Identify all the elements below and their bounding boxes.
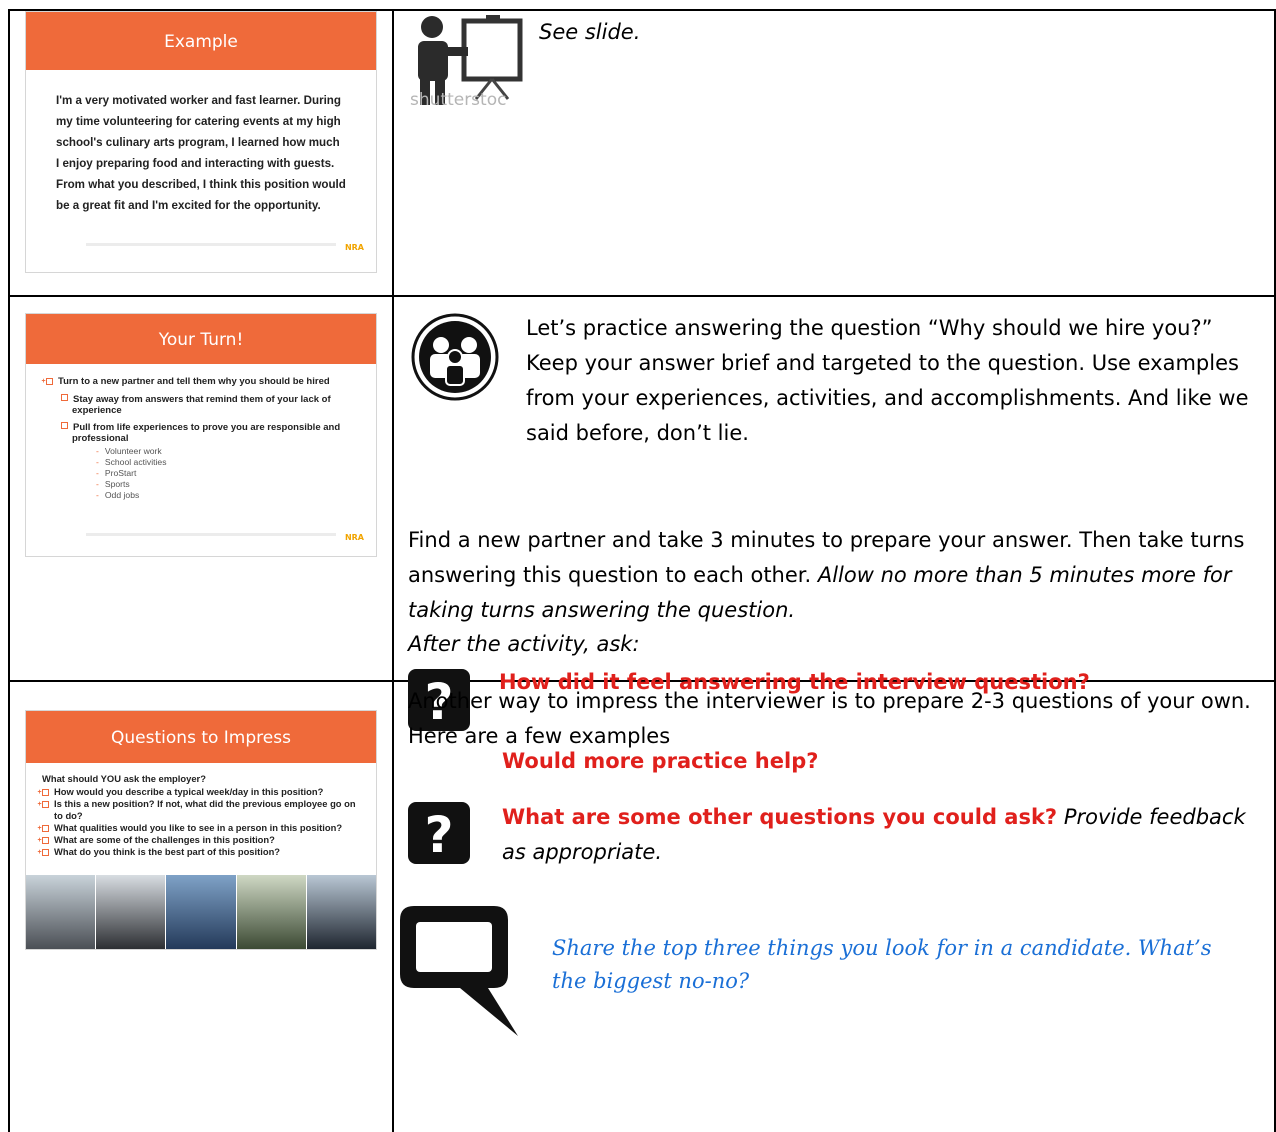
slide-title: Questions to Impress [26, 711, 376, 763]
notes-cell: Another way to impress the interviewer i… [392, 680, 1276, 1132]
question-icon: ? [408, 802, 470, 864]
slide-bullet: + How would you describe a typical week/d… [37, 786, 324, 797]
svg-text:shutterstoc: shutterstoc [410, 90, 506, 110]
slide-body: What should YOU ask the employer? + How w… [26, 763, 376, 858]
notes-cell: Let’s practice answering the question “W… [392, 295, 1276, 773]
ask-label: After the activity, ask: [408, 632, 640, 656]
slide-item: - Volunteer work [96, 446, 162, 456]
photo [166, 875, 237, 949]
note-text: See slide. [539, 20, 641, 44]
slide-sub-bullet: Pull from life experiences to prove you … [46, 422, 356, 444]
other-questions-prompt: What are some other questions you could … [502, 805, 1246, 864]
slide-title: Example [26, 12, 376, 70]
presenter-icon: shutterstoc [410, 15, 523, 110]
slide-item: - Odd jobs [96, 490, 140, 500]
slide-thumbnail-questions: Questions to Impress What should YOU ask… [25, 710, 377, 950]
slide-thumbnail-your-turn: Your Turn! + Turn to a new partner and te… [25, 313, 377, 557]
group-discussion-icon [411, 313, 499, 401]
slide-body: + Turn to a new partner and tell them why… [26, 364, 376, 501]
slide-item: - Sports [96, 479, 130, 489]
table-row: Example I'm a very motivated worker and … [8, 9, 1276, 297]
notes-cell: shutterstoc See slide. [392, 9, 1276, 297]
photo [306, 875, 376, 949]
slide-bullet: + What are some of the challenges in this… [37, 834, 275, 845]
slide-cell: Your Turn! + Turn to a new partner and te… [8, 295, 394, 682]
slide-lead: What should YOU ask the employer? [42, 773, 206, 784]
share-prompt: Share the top three things you look for … [552, 936, 1212, 993]
svg-text:?: ? [424, 806, 453, 864]
table-row: Your Turn! + Turn to a new partner and te… [8, 295, 1276, 773]
slide-item: - School activities [96, 457, 167, 467]
slide-logo: NRA [344, 243, 364, 252]
slide-bullet: + What do you think is the best part of t… [37, 846, 281, 857]
photo [236, 875, 307, 949]
slide-photo-strip [26, 875, 376, 949]
slide-bullet: + What qualities would you like to see in… [37, 822, 343, 833]
slide-footer [86, 243, 336, 246]
slide-body: I'm a very motivated worker and fast lea… [56, 94, 346, 212]
slide-title: Your Turn! [26, 314, 376, 364]
photo [96, 875, 167, 949]
slide-logo: NRA [344, 533, 364, 542]
speech-bubble-icon [400, 906, 518, 1036]
questions-intro: Another way to impress the interviewer i… [408, 689, 1251, 748]
slide-cell: Questions to Impress What should YOU ask… [8, 680, 394, 1132]
slide-sub-bullet: Stay away from answers that remind them … [46, 394, 356, 416]
activity-paragraph: Find a new partner and take 3 minutes to… [408, 528, 1245, 622]
slide-bullet: + Is this a new position? If not, what di… [37, 798, 356, 821]
slide-cell: Example I'm a very motivated worker and … [8, 9, 394, 297]
slide-item: - ProStart [96, 468, 137, 478]
slide-bullet: + Turn to a new partner and tell them why… [41, 376, 330, 387]
photo [26, 875, 97, 949]
table-row: Questions to Impress What should YOU ask… [8, 680, 1276, 1132]
intro-paragraph-start: Let’s practice answering the question “W… [526, 316, 1249, 445]
lesson-plan-table: Example I'm a very motivated worker and … [8, 9, 1276, 1132]
slide-footer [86, 533, 336, 536]
slide-thumbnail-example: Example I'm a very motivated worker and … [25, 11, 377, 273]
